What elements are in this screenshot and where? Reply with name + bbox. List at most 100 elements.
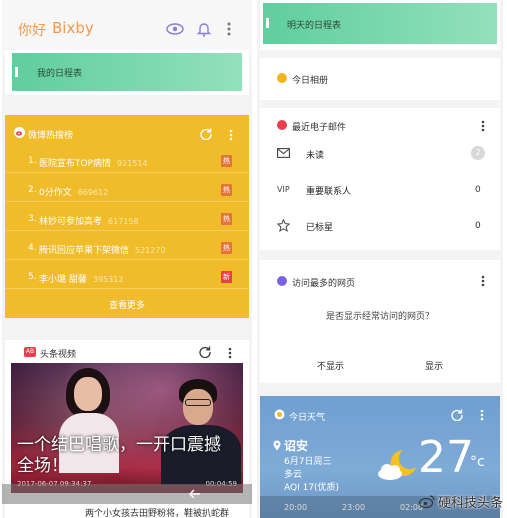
refresh-icon[interactable] <box>198 345 212 359</box>
tomorrow-schedule-title: 明天的日程表 <box>287 21 342 31</box>
left-screen: 你好 Bixby 我的日程表 微博热搜榜 1. 医院宣布TOP病情 921514 热 2… <box>2 0 252 518</box>
weibo-list-item[interactable]: 2. 0分作文 869612 热 <box>5 180 249 202</box>
next-video-title[interactable]: 两个小女孩去田野粉将，鞋被扒蛇群 <box>85 506 229 518</box>
most-visited-title: 访问最多的网页 <box>292 279 356 289</box>
my-schedule-title: 我的日程表 <box>37 69 83 79</box>
weibo-logo-icon <box>419 495 435 509</box>
video-app-icon: AB <box>24 347 36 357</box>
glasses-icon <box>185 399 211 406</box>
weibo-topic-line: 李小璐 甜馨 395312 <box>39 272 123 285</box>
video-title: 头条视频 <box>40 350 77 360</box>
more-vert-icon[interactable] <box>480 119 486 133</box>
weather-title: 今日天气 <box>289 413 326 423</box>
vip-label: 重要联系人 <box>306 187 352 197</box>
email-row-vip[interactable]: VIP 重要联系人 0 <box>260 178 500 202</box>
location-pin-icon <box>272 439 281 451</box>
today-album-title: 今日相册 <box>292 76 329 86</box>
hour-label: 23:00 <box>342 503 366 512</box>
more-vert-icon[interactable] <box>480 274 486 288</box>
weibo-icon <box>14 127 25 138</box>
navigation-bar <box>2 484 252 504</box>
watermark-text: 硬科技头条 <box>438 496 503 511</box>
my-schedule-card: 我的日程表 <box>5 50 249 95</box>
weibo-title: 微博热搜榜 <box>28 131 74 141</box>
weibo-list-item[interactable]: 5. 李小璐 甜馨 395312 新 <box>5 267 249 289</box>
weather-aqi: AQI 17(优质) <box>284 483 340 493</box>
weibo-rank: 5. <box>28 272 37 282</box>
weibo-rank: 1. <box>28 156 37 166</box>
email-row-unread[interactable]: 未读 2 <box>260 142 500 166</box>
moon-cloud-icon <box>375 448 419 482</box>
weibo-topic-line: 林妙可参加高考 617158 <box>39 214 139 227</box>
watermark: 硬科技头条 <box>419 492 503 511</box>
album-icon <box>277 73 287 83</box>
most-visited-question: 是否显示经常访问的网页？ <box>325 312 434 322</box>
weibo-list-item[interactable]: 3. 林妙可参加高考 617158 热 <box>5 209 249 231</box>
weibo-heat-count: 869612 <box>77 188 109 197</box>
person-left-face <box>74 377 102 411</box>
refresh-icon[interactable] <box>199 127 213 141</box>
weibo-topic: 林妙可参加高考 <box>39 217 103 227</box>
schedule-banner[interactable]: 我的日程表 <box>12 53 242 91</box>
weibo-rank: 2. <box>28 185 37 195</box>
weibo-heat-count: 521270 <box>135 246 166 255</box>
today-album-card[interactable]: 今日相册 <box>260 58 500 100</box>
more-vert-icon[interactable] <box>228 128 234 142</box>
refresh-icon[interactable] <box>450 408 464 422</box>
hot-badge: 热 <box>221 242 232 254</box>
right-screen: 明天的日程表 今日相册 最近电子邮件 未读 2 VIP 重要联系人 0 已标星 … <box>257 0 503 518</box>
do-not-show-button[interactable]: 不显示 <box>317 359 344 372</box>
person-right-face <box>183 389 213 425</box>
tomorrow-schedule-banner[interactable]: 明天的日程表 <box>263 3 497 44</box>
weather-condition: 多云 <box>284 470 303 480</box>
weather-city: 诏安 <box>284 439 309 453</box>
schedule-tab-mark <box>266 18 269 28</box>
starred-label: 已标星 <box>306 223 334 233</box>
hot-badge: 热 <box>221 155 232 167</box>
email-app-icon <box>277 120 287 130</box>
show-button[interactable]: 显示 <box>425 359 443 372</box>
weibo-heat-count: 921514 <box>117 159 148 168</box>
weibo-topic: 李小璐 甜馨 <box>39 275 87 285</box>
weather-app-icon <box>274 409 285 420</box>
bixby-header: 你好 Bixby <box>2 0 252 56</box>
starred-count: 0 <box>475 221 481 231</box>
weibo-rank: 4. <box>28 243 37 253</box>
hot-badge: 热 <box>221 213 232 225</box>
weather-date: 6月7日周三 <box>284 457 332 467</box>
weibo-heat-count: 395312 <box>92 275 124 284</box>
vip-count: 0 <box>475 185 481 195</box>
video-caption: 一个结巴唱歌，一开口震撼全场！ <box>17 435 221 476</box>
weather-temperature: 27 <box>418 432 474 483</box>
more-vert-icon[interactable] <box>227 346 233 360</box>
email-row-starred[interactable]: 已标星 0 <box>260 214 500 238</box>
weather-temp-unit: °c <box>470 454 485 470</box>
weibo-heat-count: 617158 <box>108 217 139 226</box>
bell-icon[interactable] <box>196 20 212 38</box>
schedule-tab-mark <box>15 67 18 77</box>
eye-icon[interactable] <box>166 20 184 38</box>
weibo-list-item[interactable]: 4. 腾讯回应苹果下架微信 521270 热 <box>5 238 249 260</box>
weibo-topic-line: 腾讯回应苹果下架微信 521270 <box>39 243 166 256</box>
hour-label: 20:00 <box>284 503 308 512</box>
tomorrow-schedule-card: 明天的日程表 <box>260 0 500 50</box>
recent-email-title: 最近电子邮件 <box>292 123 347 133</box>
weibo-topic: 腾讯回应苹果下架微信 <box>39 246 130 256</box>
weibo-hot-search-card: 微博热搜榜 1. 医院宣布TOP病情 921514 热 2. 0分作文 869612 热 3. 林… <box>5 115 249 318</box>
vip-icon: VIP <box>277 185 290 194</box>
weibo-topic: 0分作文 <box>39 188 72 198</box>
hot-badge: 热 <box>221 184 232 196</box>
see-more-link[interactable]: 查看更多 <box>5 298 249 311</box>
weibo-list-item[interactable]: 1. 医院宣布TOP病情 921514 热 <box>5 151 249 173</box>
new-badge: 新 <box>221 271 232 283</box>
video-thumbnail[interactable]: 一个结巴唱歌，一开口震撼全场！ 2017-06-07 09:34:37 00:0… <box>11 363 243 493</box>
most-visited-card: 访问最多的网页 是否显示经常访问的网页？ 不显示 显示 <box>260 260 500 383</box>
weibo-rank: 3. <box>28 214 37 224</box>
more-vert-icon[interactable] <box>479 408 485 422</box>
more-vert-icon[interactable] <box>224 21 234 37</box>
weibo-topic: 医院宣布TOP病情 <box>39 159 112 169</box>
bixby-brand: Bixby <box>52 19 94 37</box>
greeting-label: 你好 <box>18 23 46 39</box>
weibo-topic-line: 0分作文 869612 <box>39 185 108 198</box>
back-arrow-icon[interactable] <box>188 487 202 501</box>
